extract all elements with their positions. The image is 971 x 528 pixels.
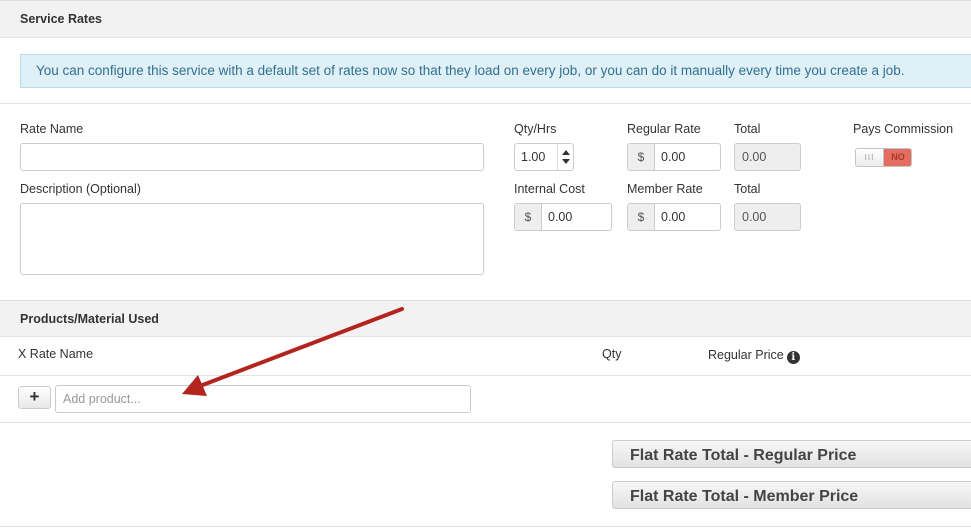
member-total-label: Total bbox=[734, 182, 761, 196]
divider bbox=[0, 103, 971, 104]
regular-rate-input[interactable]: $ 0.00 bbox=[627, 143, 721, 171]
chevron-down-icon[interactable] bbox=[562, 159, 570, 164]
toggle-handle[interactable]: III bbox=[856, 149, 884, 166]
dollar-addon: $ bbox=[628, 204, 655, 230]
internal-cost-label: Internal Cost bbox=[514, 182, 585, 196]
section-title: Service Rates bbox=[20, 12, 103, 26]
divider bbox=[0, 422, 971, 423]
info-icon[interactable]: i bbox=[786, 351, 800, 364]
add-product-input[interactable]: Add product... bbox=[55, 385, 471, 413]
divider bbox=[0, 375, 971, 376]
regular-total-label: Total bbox=[734, 122, 761, 136]
member-rate-label: Member Rate bbox=[627, 182, 703, 196]
column-qty: Qty bbox=[602, 347, 622, 361]
pays-commission-toggle[interactable]: III NO bbox=[855, 148, 912, 167]
column-regular-price: Regular Price i bbox=[708, 348, 800, 364]
regular-total-field: 0.00 bbox=[734, 143, 801, 171]
section-title: Products/Material Used bbox=[20, 312, 159, 326]
rate-name-input[interactable] bbox=[20, 143, 484, 171]
description-label: Description (Optional) bbox=[20, 182, 141, 196]
chevron-up-icon[interactable] bbox=[562, 150, 570, 155]
regular-rate-label: Regular Rate bbox=[627, 122, 701, 136]
service-rates-header: Service Rates bbox=[0, 0, 971, 38]
description-textarea[interactable] bbox=[20, 203, 484, 275]
qty-stepper[interactable] bbox=[557, 144, 573, 170]
rate-name-label: Rate Name bbox=[20, 122, 84, 136]
toggle-state: NO bbox=[884, 149, 911, 166]
info-message: You can configure this service with a de… bbox=[36, 63, 905, 78]
info-alert: You can configure this service with a de… bbox=[20, 54, 971, 88]
flat-rate-total-regular[interactable]: Flat Rate Total - Regular Price bbox=[612, 440, 971, 468]
column-rate-name: X Rate Name bbox=[18, 347, 94, 361]
add-product-button[interactable]: + bbox=[18, 386, 51, 409]
qty-hrs-input[interactable]: 1.00 bbox=[514, 143, 574, 171]
flat-rate-total-member[interactable]: Flat Rate Total - Member Price bbox=[612, 481, 971, 509]
internal-cost-input[interactable]: $ 0.00 bbox=[514, 203, 612, 231]
dollar-addon: $ bbox=[628, 144, 655, 170]
divider bbox=[0, 526, 971, 527]
member-total-field: 0.00 bbox=[734, 203, 801, 231]
products-header: Products/Material Used bbox=[0, 300, 971, 337]
column-regular-price-label: Regular Price bbox=[708, 348, 784, 362]
pays-commission-label: Pays Commission bbox=[853, 122, 954, 136]
qty-hrs-label: Qty/Hrs bbox=[514, 122, 557, 136]
dollar-addon: $ bbox=[515, 204, 542, 230]
member-rate-input[interactable]: $ 0.00 bbox=[627, 203, 721, 231]
